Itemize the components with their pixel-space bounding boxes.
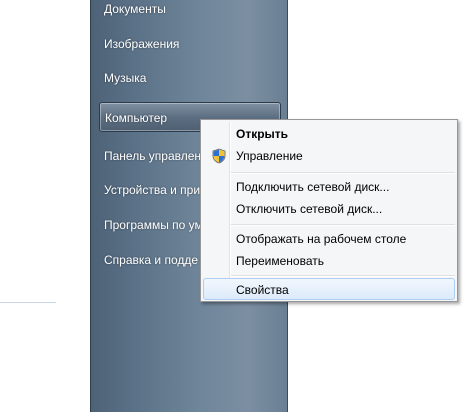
menu-item-label: Подключить сетевой диск... (236, 180, 390, 194)
menu-item-rename[interactable]: Переименовать (203, 249, 455, 271)
start-item-documents[interactable]: Документы (91, 0, 287, 24)
menu-separator (231, 224, 455, 226)
menu-item-show-on-desktop[interactable]: Отображать на рабочем столе (203, 227, 455, 249)
start-item-label: Компьютер (105, 111, 168, 125)
start-item-label: Музыка (104, 71, 147, 85)
menu-item-label: Свойства (236, 283, 289, 297)
menu-separator (231, 275, 455, 277)
start-item-label: Панель управлен (104, 149, 202, 163)
menu-item-label: Открыть (236, 127, 289, 141)
start-item-label: Справка и подде (104, 253, 199, 267)
uac-shield-icon (212, 148, 226, 164)
menu-item-label: Переименовать (236, 254, 324, 268)
menu-item-label: Отключить сетевой диск... (236, 202, 383, 216)
start-item-label: Документы (104, 2, 166, 16)
menu-separator (231, 172, 455, 174)
menu-item-open[interactable]: Открыть (203, 122, 455, 144)
menu-item-manage[interactable]: Управление (203, 144, 455, 166)
start-item-label: Программы по ум (104, 218, 203, 232)
start-item-music[interactable]: Музыка (91, 63, 287, 93)
start-item-pictures[interactable]: Изображения (91, 29, 287, 59)
menu-item-disconnect-network-drive[interactable]: Отключить сетевой диск... (203, 197, 455, 219)
menu-item-map-network-drive[interactable]: Подключить сетевой диск... (203, 175, 455, 197)
start-item-label: Изображения (104, 37, 180, 51)
menu-item-properties[interactable]: Свойства (203, 278, 455, 300)
computer-context-menu: Открыть Управление Подключить сетевой ди… (200, 119, 458, 302)
menu-item-label: Отображать на рабочем столе (236, 232, 407, 246)
menu-item-label: Управление (236, 149, 303, 163)
start-item-label: Устройства и при (104, 183, 201, 197)
background-divider (0, 302, 56, 303)
